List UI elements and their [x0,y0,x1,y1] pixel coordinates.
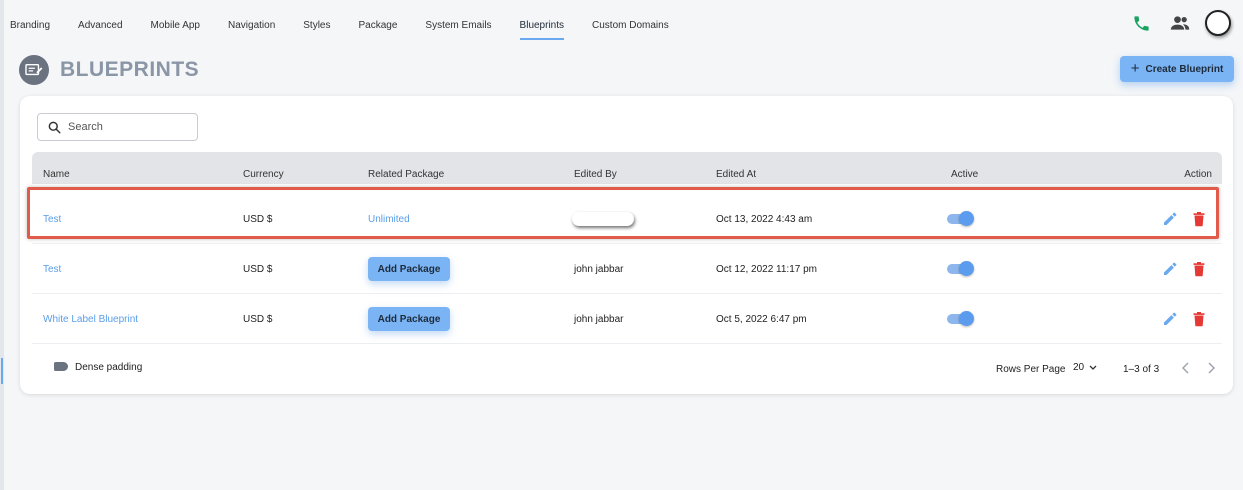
add-package-button[interactable]: Add Package [368,307,450,331]
page-title: BLUEPRINTS [60,58,200,81]
redacted-editor-name [572,212,634,226]
edited-at-cell: Oct 12, 2022 11:17 pm [716,264,817,275]
edit-icon[interactable] [1162,261,1178,277]
active-toggle[interactable] [947,211,975,227]
chevron-right-icon[interactable] [1205,361,1217,375]
avatar[interactable] [1205,10,1231,36]
search-input[interactable] [68,121,183,133]
create-blueprint-label: Create Blueprint [1145,63,1224,75]
column-header-active[interactable]: Active [951,169,978,180]
dense-padding-label: Dense padding [75,362,143,373]
blueprint-name-link[interactable]: Test [43,214,61,225]
table-row: Test USD $ Add Package john jabbar Oct 1… [32,244,1222,294]
active-toggle[interactable] [947,261,975,277]
edited-at-cell: Oct 5, 2022 6:47 pm [716,314,807,325]
left-edge [0,0,4,490]
top-navigation: Branding Advanced Mobile App Navigation … [0,0,1243,44]
delete-icon[interactable] [1191,311,1207,327]
column-header-name[interactable]: Name [43,169,70,180]
blueprint-name-link[interactable]: Test [43,264,61,275]
currency-cell: USD $ [243,264,273,275]
tab-custom-domains[interactable]: Custom Domains [592,20,669,40]
tab-advanced[interactable]: Advanced [78,20,122,40]
create-blueprint-button[interactable]: + Create Blueprint [1120,56,1234,82]
tab-styles[interactable]: Styles [303,20,330,40]
delete-icon[interactable] [1191,211,1207,227]
rows-per-page-select[interactable]: 20 [1073,362,1097,373]
dense-padding-toggle[interactable] [54,362,68,371]
phone-icon[interactable] [1130,12,1152,34]
table-footer: Dense padding Rows Per Page 20 1–3 of 3 [32,346,1222,386]
column-header-edited-at[interactable]: Edited At [716,169,756,180]
plus-icon: + [1130,59,1140,77]
blueprint-name-link[interactable]: White Label Blueprint [43,314,138,325]
tab-package[interactable]: Package [359,20,398,40]
active-toggle[interactable] [947,311,975,327]
table-header: Name Currency Related Package Edited By … [32,152,1222,184]
rows-per-page-label: Rows Per Page [996,364,1066,375]
column-header-edited-by[interactable]: Edited By [574,169,617,180]
top-actions [1130,10,1231,36]
column-header-action: Action [1184,169,1212,180]
add-package-button[interactable]: Add Package [368,257,450,281]
column-header-related-package[interactable]: Related Package [368,169,444,180]
edited-by-cell: john jabbar [574,314,624,325]
table-row: White Label Blueprint USD $ Add Package … [32,294,1222,344]
currency-cell: USD $ [243,314,273,325]
related-package-link[interactable]: Unlimited [368,214,410,225]
delete-icon[interactable] [1191,261,1207,277]
search-box[interactable] [37,113,198,141]
currency-cell: USD $ [243,214,273,225]
users-icon[interactable] [1169,12,1191,34]
rows-per-page-value: 20 [1073,362,1085,373]
search-icon [48,121,61,134]
pagination-range: 1–3 of 3 [1123,364,1160,375]
tab-navigation[interactable]: Navigation [228,20,275,40]
blueprint-icon [19,55,49,85]
table-row: Test USD $ Unlimited Oct 13, 2022 4:43 a… [32,194,1222,244]
edit-icon[interactable] [1162,311,1178,327]
tab-blueprints[interactable]: Blueprints [519,20,565,40]
edited-by-cell: john jabbar [574,264,624,275]
chevron-down-icon [1089,365,1097,370]
tab-system-emails[interactable]: System Emails [425,20,491,40]
tab-mobile-app[interactable]: Mobile App [151,20,200,40]
settings-tabs: Branding Advanced Mobile App Navigation … [10,20,697,40]
blueprints-card: Name Currency Related Package Edited By … [20,96,1233,394]
page-header: BLUEPRINTS [19,55,199,85]
column-header-currency[interactable]: Currency [243,169,284,180]
chevron-left-icon[interactable] [1180,361,1192,375]
left-scroll-marker [1,358,3,384]
edit-icon[interactable] [1162,211,1178,227]
tab-branding[interactable]: Branding [10,20,50,40]
edited-at-cell: Oct 13, 2022 4:43 am [716,214,813,225]
